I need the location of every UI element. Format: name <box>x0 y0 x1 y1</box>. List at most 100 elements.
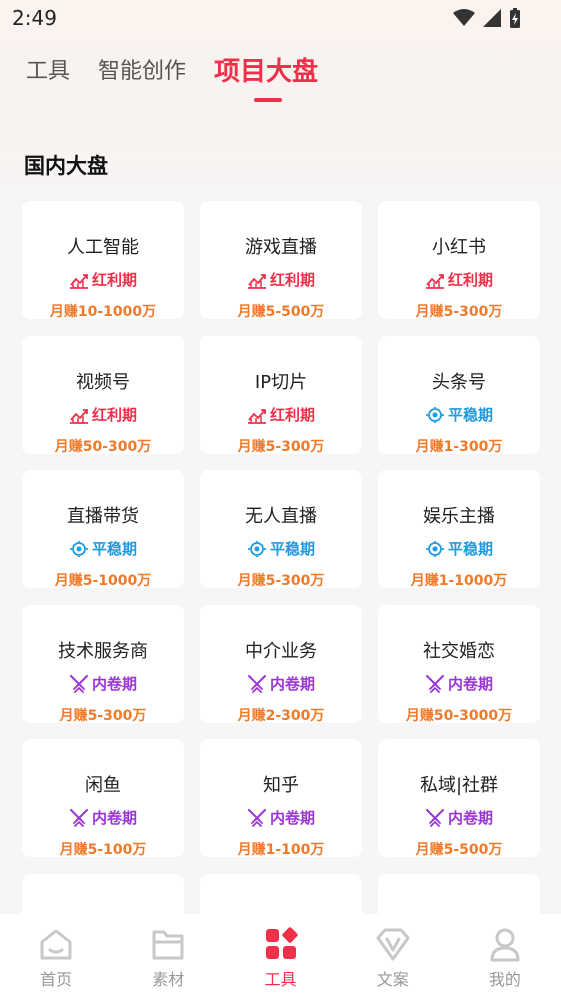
project-name: 直播带货 <box>67 506 139 527</box>
top-tabs: 工具 智能创作 项目大盘 <box>26 56 346 102</box>
phase-label: 内卷期 <box>91 809 137 827</box>
project-card[interactable]: 社交婚恋 内卷期 月赚50-3000万 <box>378 605 540 724</box>
phase-label: 红利期 <box>269 406 315 424</box>
stable-target-icon <box>69 540 88 557</box>
project-name: 社交婚恋 <box>423 641 495 662</box>
project-card[interactable]: 中介业务内卷期月赚2-300万 <box>200 605 362 724</box>
project-card[interactable]: 娱乐主播 平稳期 月赚1-1000万 <box>378 470 540 589</box>
phase-label: 红利期 <box>91 406 137 424</box>
phase-label: 平稳期 <box>447 540 493 558</box>
project-card[interactable]: 直播带货 平稳期 月赚5-1000万 <box>22 470 184 589</box>
status-time: 2:49 <box>12 6 57 30</box>
diamond-v-icon <box>376 928 410 961</box>
earnings-range: 月赚5-300万 <box>237 439 325 455</box>
phase-tag: 红利期 <box>378 269 540 290</box>
earnings-range: 月赚5-100万 <box>59 842 147 858</box>
project-name: 头条号 <box>432 372 486 393</box>
trend-up-icon <box>69 408 88 424</box>
folder-icon <box>152 930 184 960</box>
project-name: 视频号 <box>76 372 130 393</box>
project-card[interactable]: 无人直播平稳期月赚5-300万 <box>200 470 362 589</box>
nav-materials[interactable]: 素材 <box>112 914 224 999</box>
project-card[interactable]: 技术服务商内卷期月赚5-300万 <box>22 605 184 724</box>
phase-tag: 平稳期 <box>378 538 540 559</box>
phase-tag: 平稳期 <box>200 538 362 559</box>
tab-project-board[interactable]: 项目大盘 <box>214 56 318 102</box>
project-card[interactable]: 闲鱼内卷期月赚5-100万 <box>22 739 184 858</box>
signal-icon <box>483 9 501 27</box>
nav-mine-label: 我的 <box>488 970 521 989</box>
earnings-range: 月赚1-100万 <box>237 842 325 858</box>
nav-mine[interactable]: 我的 <box>449 914 561 999</box>
battery-icon <box>510 8 520 28</box>
project-card[interactable]: 小红书红利期月赚5-300万 <box>378 201 540 320</box>
project-name: 闲鱼 <box>85 775 121 796</box>
project-card[interactable]: 游戏直播 红利期 月赚5-500万 <box>200 201 362 320</box>
earnings-range: 月赚5-300万 <box>59 708 147 724</box>
phase-tag: 内卷期 <box>378 673 540 694</box>
project-name: 知乎 <box>263 775 299 796</box>
phase-tag: 内卷期 <box>200 673 362 694</box>
phase-tag: 内卷期 <box>378 807 540 828</box>
crossed-swords-icon <box>247 808 266 827</box>
trend-up-icon <box>69 273 88 289</box>
earnings-range: 月赚5-300万 <box>415 304 503 320</box>
nav-tools-label: 工具 <box>264 970 297 989</box>
phase-tag: 内卷期 <box>22 673 184 694</box>
earnings-range: 月赚2-300万 <box>237 708 325 724</box>
phase-label: 内卷期 <box>447 675 493 693</box>
trend-up-icon <box>425 273 444 289</box>
earnings-range: 月赚5-1000万 <box>54 573 152 589</box>
project-card[interactable]: 头条号 平稳期 月赚1-300万 <box>378 336 540 455</box>
project-name: 无人直播 <box>245 506 317 527</box>
crossed-swords-icon <box>69 808 88 827</box>
phase-tag: 内卷期 <box>200 807 362 828</box>
tab-tools[interactable]: 工具 <box>26 56 70 88</box>
project-name: 人工智能 <box>67 237 139 258</box>
nav-home-label: 首页 <box>40 970 73 989</box>
phase-label: 内卷期 <box>91 675 137 693</box>
nav-copywriting-label: 文案 <box>376 970 409 989</box>
project-card[interactable]: 知乎内卷期月赚1-100万 <box>200 739 362 858</box>
nav-tools[interactable]: 工具 <box>224 914 336 999</box>
status-icons <box>453 8 521 28</box>
trend-up-icon <box>247 408 266 424</box>
crossed-swords-icon <box>69 674 88 693</box>
phase-label: 红利期 <box>269 271 315 289</box>
phase-tag: 内卷期 <box>22 807 184 828</box>
crossed-swords-icon <box>247 674 266 693</box>
phase-tag: 红利期 <box>22 269 184 290</box>
project-name: 娱乐主播 <box>423 506 495 527</box>
stable-target-icon <box>425 406 444 423</box>
project-card[interactable]: 视频号 红利期 月赚50-300万 <box>22 336 184 455</box>
phase-tag: 红利期 <box>200 404 362 425</box>
phase-tag: 平稳期 <box>378 404 540 425</box>
tools-grid-icon <box>265 927 298 959</box>
crossed-swords-icon <box>425 674 444 693</box>
project-name: 小红书 <box>432 237 486 258</box>
project-card[interactable]: 人工智能红利期月赚10-1000万 <box>22 201 184 320</box>
phase-label: 平稳期 <box>269 540 315 558</box>
stable-target-icon <box>425 540 444 557</box>
status-bar: 2:49 <box>0 0 561 38</box>
phase-label: 内卷期 <box>447 809 493 827</box>
phase-tag: 红利期 <box>22 404 184 425</box>
project-name: 中介业务 <box>245 641 317 662</box>
nav-materials-label: 素材 <box>152 970 185 989</box>
phase-label: 内卷期 <box>269 675 315 693</box>
tab-smart-create[interactable]: 智能创作 <box>98 56 186 88</box>
project-card[interactable]: IP切片红利期月赚5-300万 <box>200 336 362 455</box>
project-name: 私域|社群 <box>419 775 499 796</box>
nav-copywriting[interactable]: 文案 <box>337 914 449 999</box>
phase-label: 红利期 <box>447 271 493 289</box>
project-name: IP切片 <box>254 372 308 393</box>
phase-label: 平稳期 <box>447 406 493 424</box>
earnings-range: 月赚5-300万 <box>237 573 325 589</box>
project-card[interactable]: 私域|社群 内卷期 月赚5-500万 <box>378 739 540 858</box>
trend-up-icon <box>247 273 266 289</box>
earnings-range: 月赚10-1000万 <box>49 304 157 320</box>
project-name: 技术服务商 <box>58 641 148 662</box>
nav-home[interactable]: 首页 <box>0 914 112 999</box>
phase-label: 内卷期 <box>269 809 315 827</box>
stable-target-icon <box>247 540 266 557</box>
